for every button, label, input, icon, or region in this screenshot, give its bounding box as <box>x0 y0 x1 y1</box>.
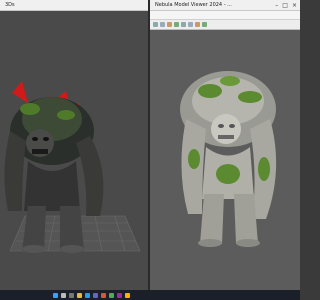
tool-icon-4[interactable] <box>174 22 179 27</box>
left-window-title: 3Ds <box>5 2 15 8</box>
tool-icon-8[interactable] <box>202 22 207 27</box>
app3-icon[interactable] <box>125 292 130 298</box>
monster-model-textured <box>180 71 277 247</box>
store-icon[interactable] <box>93 292 98 298</box>
taskbar <box>0 290 300 300</box>
app-icon[interactable] <box>109 292 114 298</box>
start-icon[interactable] <box>53 292 58 298</box>
minimize-icon[interactable]: – <box>275 2 278 9</box>
right-3d-viewport[interactable] <box>150 29 300 290</box>
explorer-icon[interactable] <box>77 292 82 298</box>
tool-icon-2[interactable] <box>160 22 165 27</box>
tool-icon-3[interactable] <box>167 22 172 27</box>
left-viewport-canvas <box>4 81 141 253</box>
tool-icon-6[interactable] <box>188 22 193 27</box>
mail-icon[interactable] <box>101 292 106 298</box>
tool-icon-5[interactable] <box>181 22 186 27</box>
left-3d-viewport[interactable] <box>0 11 148 290</box>
right-viewport-canvas <box>180 71 277 247</box>
tool-icon-1[interactable] <box>153 22 158 27</box>
window-controls[interactable]: – □ × <box>275 2 297 9</box>
maximize-icon[interactable]: □ <box>282 2 288 9</box>
left-titlebar[interactable]: 3Ds <box>0 0 148 11</box>
taskview-icon[interactable] <box>69 292 74 298</box>
right-window: Nebula Model Viewer 2024 - ... – □ × <box>150 0 300 290</box>
app2-icon[interactable] <box>117 292 122 298</box>
left-window: 3Ds <box>0 0 148 290</box>
menu-bar[interactable] <box>150 11 300 20</box>
right-window-title: Nebula Model Viewer 2024 - ... <box>155 2 232 8</box>
edge-icon[interactable] <box>85 292 90 298</box>
close-icon[interactable]: × <box>292 2 297 9</box>
search-icon[interactable] <box>61 292 66 298</box>
right-titlebar[interactable]: Nebula Model Viewer 2024 - ... – □ × <box>150 0 300 11</box>
tool-icon-7[interactable] <box>195 22 200 27</box>
